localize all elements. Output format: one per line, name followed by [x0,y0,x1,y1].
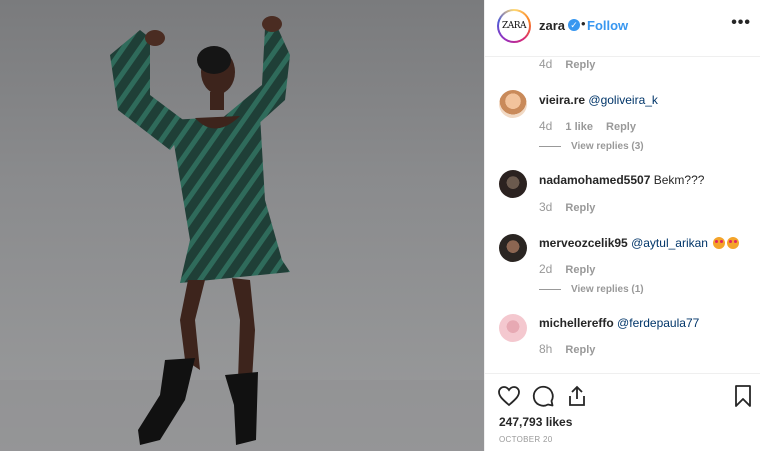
username[interactable]: zara [539,18,565,33]
avatar[interactable] [499,90,527,118]
comment-time[interactable]: 2d [539,262,552,276]
comment-text: merveozcelik95 @aytul_arikan [539,236,740,250]
star-struck-emoji-icon [727,237,740,249]
avatar[interactable]: ZARA [497,9,531,43]
logo-text: ZARA [501,21,527,31]
comment-time[interactable]: 8h [539,342,552,356]
reply-button[interactable]: Reply [565,344,595,356]
likes-count[interactable]: 247,793 likes [499,415,572,429]
comment-meta: 2d Reply [539,262,595,276]
star-struck-emoji-icon [713,237,726,249]
avatar[interactable] [499,170,527,198]
share-icon[interactable] [565,384,589,408]
list-item: 4d Reply [539,57,595,71]
more-options-icon[interactable]: ••• [731,14,751,32]
comment-time[interactable]: 3d [539,200,552,214]
model-illustration [0,16,484,451]
comment-text: vieira.re @goliveira_k [539,93,658,107]
separator: • [581,16,586,31]
verified-icon: ✓ [568,19,580,31]
likes-count[interactable]: 1 like [565,121,593,133]
reply-button[interactable]: Reply [565,202,595,214]
comment-time[interactable]: 4d [539,57,552,71]
post-actions: 247,793 likes OCTOBER 20 [485,373,760,452]
post-date[interactable]: OCTOBER 20 [499,435,553,444]
reply-button[interactable]: Reply [565,264,595,276]
post-image[interactable] [0,0,484,451]
view-replies-button[interactable]: View replies (1) [539,284,644,295]
view-replies-button[interactable]: View replies (3) [539,141,644,152]
reply-button[interactable]: Reply [606,121,636,133]
comment-meta: 8h Reply [539,342,595,356]
comment-time[interactable]: 4d [539,119,552,133]
comment-text: nadamohamed5507 Bekm??? [539,173,705,187]
comment-meta: 4d 1 like Reply [539,119,636,133]
avatar[interactable] [499,314,527,342]
comment-text: michellereffo @ferdepaula77 [539,316,700,330]
reply-button[interactable]: Reply [565,59,595,71]
post-side-panel: ZARA zara ✓ • Follow ••• 4d Reply vieira… [484,0,760,451]
heart-icon[interactable] [497,384,521,408]
comment-icon[interactable] [531,384,555,408]
comment-meta: 3d Reply [539,200,595,214]
follow-button[interactable]: Follow [587,18,628,33]
avatar[interactable] [499,234,527,262]
comments-list[interactable]: 4d Reply vieira.re @goliveira_k 4d 1 lik… [485,57,760,373]
post-header: ZARA zara ✓ • Follow ••• [485,0,760,57]
bookmark-icon[interactable] [733,384,753,408]
